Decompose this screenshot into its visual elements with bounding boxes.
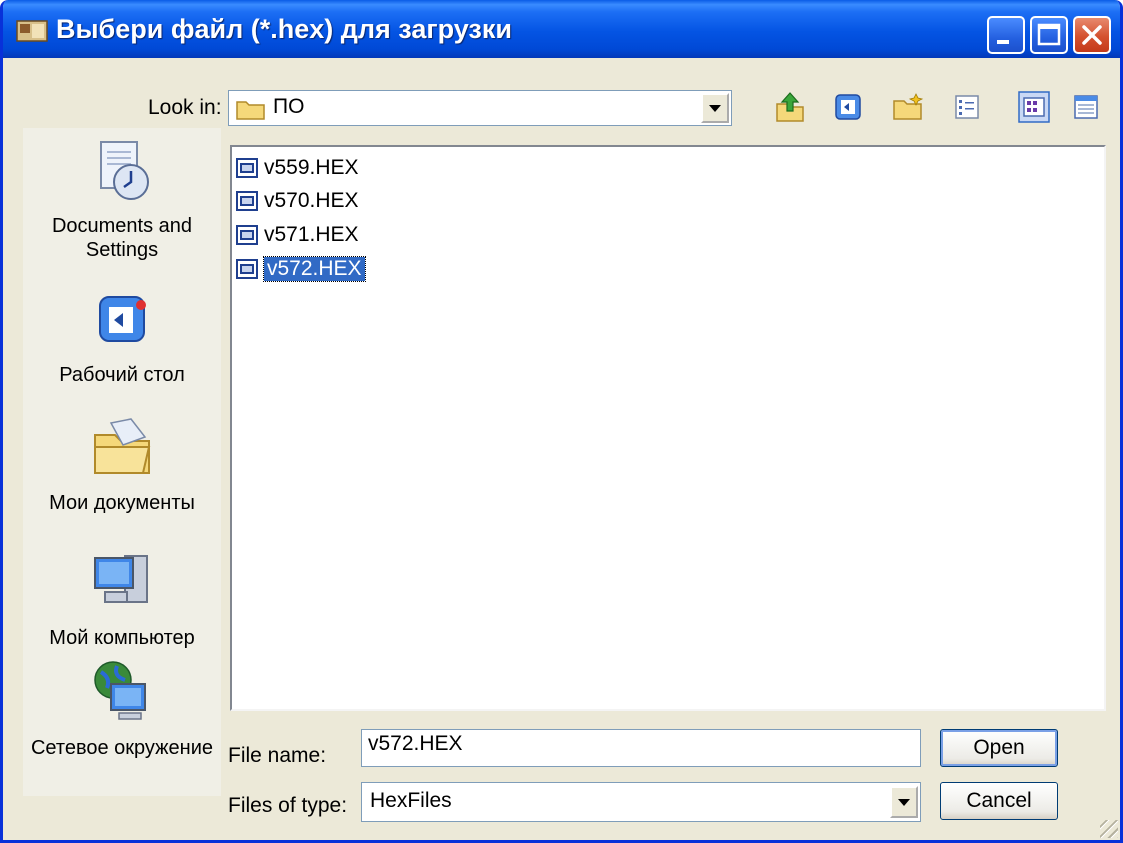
desktop-icon[interactable] bbox=[831, 90, 865, 124]
place-label: Рабочий стол bbox=[59, 364, 185, 386]
maximize-icon bbox=[1037, 23, 1061, 46]
up-folder-icon[interactable] bbox=[773, 90, 807, 124]
desktop-icon bbox=[99, 296, 146, 342]
folder-icon bbox=[236, 101, 265, 120]
filename-input[interactable]: v572.HEX bbox=[361, 729, 921, 767]
file-item[interactable]: v570.HEX bbox=[236, 186, 359, 216]
view-list-icon[interactable] bbox=[1017, 90, 1051, 124]
network-icon bbox=[94, 661, 146, 720]
resize-grip[interactable] bbox=[1100, 820, 1118, 838]
filetype-dropdown-button[interactable] bbox=[890, 786, 918, 818]
close-icon bbox=[1082, 25, 1102, 45]
title-bar[interactable]: Выбери файл (*.hex) для загрузки bbox=[3, 0, 1120, 58]
place-label: Documents and Settings bbox=[51, 215, 193, 261]
view-details-icon[interactable] bbox=[950, 90, 984, 124]
open-button[interactable]: Open bbox=[940, 729, 1058, 767]
hex-file-icon bbox=[236, 158, 258, 178]
lookin-combo[interactable]: ПО bbox=[228, 90, 732, 126]
hex-file-icon bbox=[236, 225, 258, 245]
place-network[interactable]: Сетевое окружение bbox=[23, 658, 221, 760]
recent-documents-icon bbox=[100, 141, 149, 200]
filetype-combo[interactable]: HexFiles bbox=[361, 782, 921, 822]
place-my-documents[interactable]: Мои документы bbox=[23, 413, 221, 515]
window-title: Выбери файл (*.hex) для загрузки bbox=[56, 14, 512, 44]
filename-label: File name: bbox=[228, 744, 327, 767]
file-item[interactable]: v559.HEX bbox=[236, 153, 359, 183]
file-name: v559.HEX bbox=[264, 156, 359, 179]
close-button[interactable] bbox=[1073, 16, 1111, 54]
hex-file-icon bbox=[236, 259, 258, 279]
app-icon bbox=[16, 20, 48, 42]
place-documents-and-settings[interactable]: Documents and Settings bbox=[23, 136, 221, 262]
file-name: v570.HEX bbox=[264, 189, 359, 212]
filetype-label: Files of type: bbox=[228, 794, 348, 817]
place-my-computer[interactable]: Мой компьютер bbox=[23, 548, 221, 650]
filetype-value: HexFiles bbox=[370, 789, 452, 812]
file-list[interactable]: v559.HEX v570.HEX v571.HEX v572.HEX bbox=[230, 145, 1106, 711]
lookin-dropdown-button[interactable] bbox=[701, 93, 729, 123]
minimize-icon bbox=[997, 40, 1009, 44]
place-label: Мой компьютер bbox=[49, 627, 195, 649]
lookin-value: ПО bbox=[273, 95, 305, 118]
file-item-selected[interactable]: v572.HEX bbox=[236, 254, 366, 284]
place-label: Мои документы bbox=[49, 492, 195, 514]
file-open-dialog: Выбери файл (*.hex) для загрузки Look in… bbox=[0, 0, 1123, 843]
my-documents-icon bbox=[94, 418, 151, 474]
file-item[interactable]: v571.HEX bbox=[236, 220, 359, 250]
new-folder-icon[interactable] bbox=[891, 90, 925, 124]
minimize-button[interactable] bbox=[987, 16, 1025, 54]
view-menu-icon[interactable] bbox=[1069, 90, 1103, 124]
maximize-button[interactable] bbox=[1030, 16, 1068, 54]
my-computer-icon bbox=[94, 555, 148, 603]
hex-file-icon bbox=[236, 191, 258, 211]
lookin-label: Look in: bbox=[148, 96, 222, 119]
places-bar: Documents and Settings Рабочий стол Мои … bbox=[23, 128, 221, 796]
place-desktop[interactable]: Рабочий стол bbox=[23, 293, 221, 387]
file-name: v571.HEX bbox=[264, 223, 359, 246]
place-label: Сетевое окружение bbox=[30, 737, 213, 759]
cancel-button[interactable]: Cancel bbox=[940, 782, 1058, 820]
file-name: v572.HEX bbox=[263, 256, 366, 282]
